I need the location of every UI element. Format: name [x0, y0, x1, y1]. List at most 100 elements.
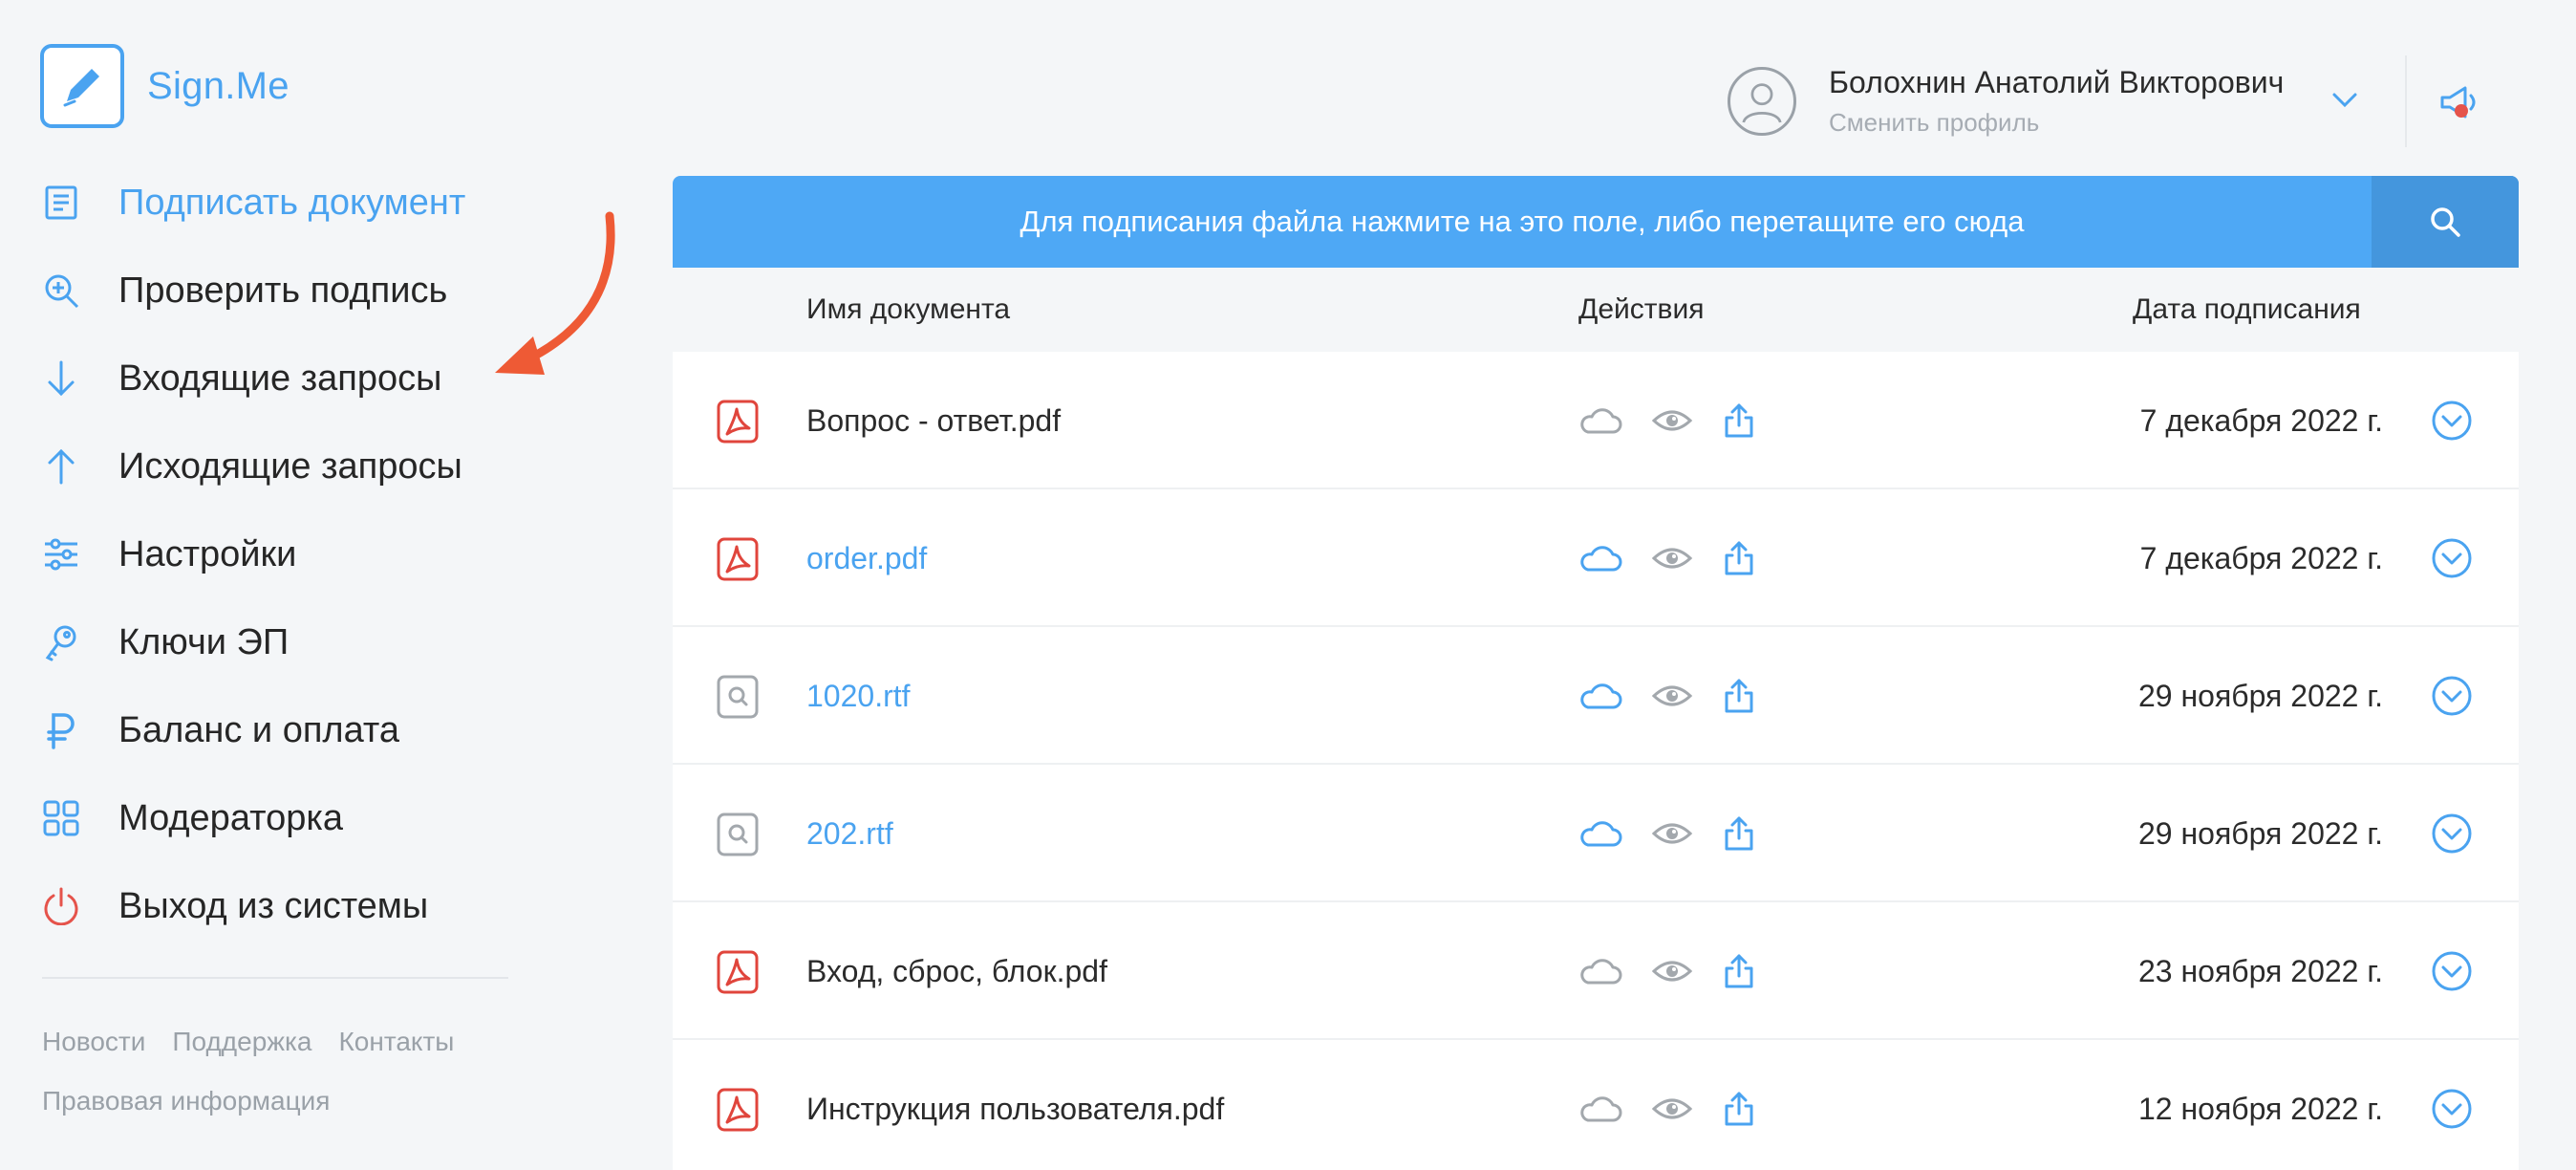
expand-chevron-icon[interactable]: [2431, 812, 2473, 855]
header-divider: [2405, 55, 2407, 147]
pdf-file-icon: [717, 950, 759, 994]
signed-date: 23 ноября 2022 г.: [2138, 954, 2383, 988]
sidebar-nav: Подписать документ Проверить подпись Вхо…: [40, 159, 537, 950]
pdf-file-icon-wrap: [717, 1088, 759, 1132]
preview-button[interactable]: [1649, 1090, 1695, 1128]
sidebar-item-sign-document[interactable]: Подписать документ: [40, 159, 537, 247]
signed-date: 7 декабря 2022 г.: [2139, 541, 2383, 575]
share-icon: [1725, 541, 1753, 575]
cloud-icon: [1580, 546, 1622, 572]
cloud-save-button[interactable]: [1577, 677, 1622, 715]
cloud-icon: [1580, 821, 1622, 847]
document-name[interactable]: 202.rtf: [806, 765, 893, 902]
signed-date: 12 ноября 2022 г.: [2138, 1092, 2383, 1126]
document-name[interactable]: Инструкция пользователя.pdf: [806, 1040, 1224, 1170]
file-preview-icon-wrap: [717, 812, 759, 856]
preview-button[interactable]: [1649, 401, 1695, 440]
preview-button[interactable]: [1649, 539, 1695, 577]
table-row[interactable]: order.pdf 7 декабря 2022 г.: [673, 489, 2519, 627]
pdf-file-icon-wrap: [717, 950, 759, 994]
sidebar-item-verify-signature[interactable]: Проверить подпись: [40, 247, 537, 335]
share-button[interactable]: [1716, 539, 1762, 577]
sidebar-item-label: Проверить подпись: [118, 270, 448, 311]
sidebar-item-incoming-requests[interactable]: Входящие запросы: [40, 335, 537, 422]
cloud-icon: [1580, 683, 1622, 709]
profile-menu[interactable]: Болохнин Анатолий Викторович Сменить про…: [1728, 65, 2284, 138]
app-logo[interactable]: Sign.Me: [40, 44, 290, 128]
share-button[interactable]: [1716, 814, 1762, 853]
share-button[interactable]: [1716, 1090, 1762, 1128]
sidebar-item-label: Модераторка: [118, 797, 343, 838]
eye-icon: [1651, 685, 1693, 706]
sidebar-item-moderation[interactable]: Модераторка: [40, 774, 537, 862]
cloud-save-button[interactable]: [1577, 952, 1622, 990]
column-header-name[interactable]: Имя документа: [806, 268, 1010, 352]
document-name[interactable]: 1020.rtf: [806, 627, 911, 765]
sidebar-item-keys[interactable]: Ключи ЭП: [40, 598, 537, 686]
sidebar-footer-links: Новости Поддержка Контакты Правовая инфо…: [42, 1027, 539, 1116]
footer-link-support[interactable]: Поддержка: [172, 1027, 311, 1057]
preview-button[interactable]: [1649, 814, 1695, 853]
sidebar-item-label: Настройки: [118, 533, 297, 574]
column-header-date[interactable]: Дата подписания: [2133, 268, 2361, 352]
signed-date: 29 ноября 2022 г.: [2138, 816, 2383, 851]
sidebar-item-label: Ключи ЭП: [118, 621, 290, 662]
share-icon: [1725, 679, 1753, 713]
cloud-save-button[interactable]: [1577, 1090, 1622, 1128]
share-icon: [1725, 403, 1753, 438]
document-name[interactable]: Вопрос - ответ.pdf: [806, 352, 1061, 489]
expand-chevron-icon[interactable]: [2431, 537, 2473, 579]
annotation-arrow-icon: [495, 211, 615, 375]
sidebar-item-logout[interactable]: Выход из системы: [40, 862, 537, 950]
expand-chevron-icon[interactable]: [2431, 950, 2473, 992]
document-name[interactable]: Вход, сброс, блок.pdf: [806, 902, 1107, 1040]
documents-panel: Для подписания файла нажмите на это поле…: [673, 176, 2519, 1170]
sidebar-item-label: Входящие запросы: [118, 358, 442, 399]
pdf-file-icon: [717, 537, 759, 581]
table-row[interactable]: Вопрос - ответ.pdf 7 декабря 2022 г.: [673, 352, 2519, 489]
share-button[interactable]: [1716, 401, 1762, 440]
sidebar-divider: [42, 977, 508, 979]
file-preview-icon-wrap: [717, 675, 759, 719]
signed-date: 7 декабря 2022 г.: [2139, 403, 2383, 438]
arrow-down-icon: [40, 358, 82, 400]
sidebar-item-label: Исходящие запросы: [118, 445, 462, 487]
table-row[interactable]: 202.rtf 29 ноября 2022 г.: [673, 765, 2519, 902]
document-sign-icon: [40, 182, 82, 224]
share-icon: [1725, 954, 1753, 988]
share-button[interactable]: [1716, 677, 1762, 715]
cloud-save-button[interactable]: [1577, 814, 1622, 853]
document-name[interactable]: order.pdf: [806, 489, 927, 627]
expand-chevron-icon[interactable]: [2431, 1088, 2473, 1130]
sidebar-item-label: Баланс и оплата: [118, 709, 399, 750]
cloud-save-button[interactable]: [1577, 539, 1622, 577]
footer-link-news[interactable]: Новости: [42, 1027, 145, 1057]
search-button[interactable]: [2372, 176, 2519, 268]
table-row[interactable]: Инструкция пользователя.pdf 12 ноября 20…: [673, 1040, 2519, 1170]
table-header: Имя документа Действия Дата подписания: [673, 268, 2519, 352]
sidebar-item-outgoing-requests[interactable]: Исходящие запросы: [40, 422, 537, 510]
eye-icon: [1651, 823, 1693, 844]
cloud-save-button[interactable]: [1577, 401, 1622, 440]
grid-icon: [40, 797, 82, 839]
cloud-icon: [1580, 408, 1622, 434]
preview-button[interactable]: [1649, 677, 1695, 715]
switch-profile-link[interactable]: Сменить профиль: [1829, 108, 2284, 138]
pen-logo-icon: [40, 44, 124, 128]
sidebar-item-balance[interactable]: Баланс и оплата: [40, 686, 537, 774]
preview-button[interactable]: [1649, 952, 1695, 990]
footer-link-legal[interactable]: Правовая информация: [42, 1086, 330, 1116]
upload-dropzone[interactable]: Для подписания файла нажмите на это поле…: [673, 176, 2519, 268]
table-row[interactable]: Вход, сброс, блок.pdf 23 ноября 2022 г.: [673, 902, 2519, 1040]
sidebar-item-settings[interactable]: Настройки: [40, 510, 537, 598]
expand-chevron-icon[interactable]: [2431, 400, 2473, 442]
table-row[interactable]: 1020.rtf 29 ноября 2022 г.: [673, 627, 2519, 765]
footer-link-contacts[interactable]: Контакты: [338, 1027, 454, 1057]
expand-chevron-icon[interactable]: [2431, 675, 2473, 717]
chevron-down-icon[interactable]: [2329, 88, 2360, 111]
power-icon: [40, 885, 82, 927]
notifications-button[interactable]: [2431, 75, 2488, 132]
eye-icon: [1651, 961, 1693, 982]
pdf-file-icon: [717, 400, 759, 444]
share-button[interactable]: [1716, 952, 1762, 990]
